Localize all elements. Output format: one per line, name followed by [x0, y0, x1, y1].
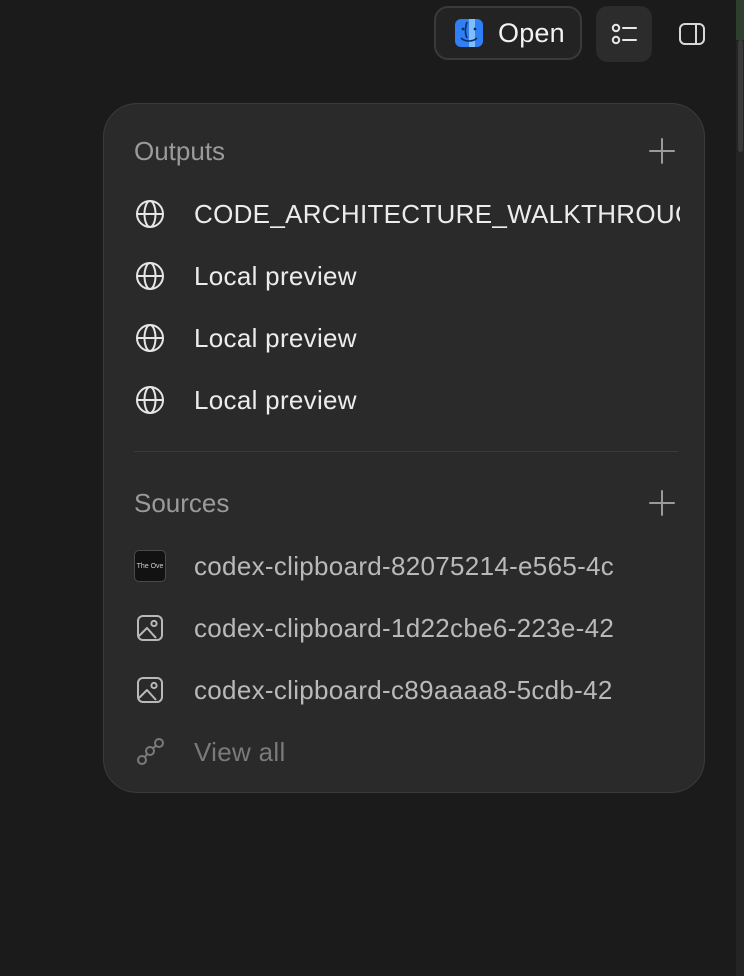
view-all-sources-button[interactable]: View all — [134, 728, 680, 776]
source-item-clipboard-image[interactable]: codex-clipboard-1d22cbe6-223e-42 — [134, 604, 680, 652]
outputs-list-toggle-button[interactable] — [596, 6, 652, 62]
globe-icon — [136, 324, 164, 352]
output-item-local-preview[interactable]: Local preview — [134, 314, 680, 362]
app-window: Open Outputs CODE_ARCHITECTURE_WALKTHROU… — [0, 0, 744, 976]
image-icon — [137, 615, 163, 641]
outputs-header: Outputs — [134, 131, 678, 171]
image-icon — [137, 677, 163, 703]
section-divider — [134, 451, 678, 452]
source-item-clipboard-image[interactable]: codex-clipboard-c89aaaa8-5cdb-42 — [134, 666, 680, 714]
globe-icon — [136, 200, 164, 228]
scrollbar-thumb[interactable] — [738, 40, 743, 152]
source-item-clipboard-image[interactable]: The Ove codex-clipboard-82075214-e565-4c — [134, 542, 680, 590]
output-item-label: Local preview — [194, 322, 357, 353]
output-item-label: Local preview — [194, 260, 357, 291]
open-in-finder-button[interactable]: Open — [434, 6, 582, 60]
image-thumbnail: The Ove — [134, 550, 166, 582]
scrollbar-track[interactable] — [736, 0, 744, 976]
list-toggle-icon — [611, 23, 637, 45]
source-item-label: codex-clipboard-c89aaaa8-5cdb-42 — [194, 674, 613, 705]
output-item-local-preview[interactable]: Local preview — [134, 376, 680, 424]
open-button-label: Open — [498, 17, 565, 48]
view-all-label: View all — [194, 736, 286, 767]
link-nodes-icon — [137, 738, 164, 765]
output-item-label: CODE_ARCHITECTURE_WALKTHROUGH — [194, 198, 680, 229]
sources-title: Sources — [134, 487, 230, 518]
add-output-button[interactable] — [646, 135, 678, 167]
editor-edge-accent — [736, 0, 744, 40]
add-source-button[interactable] — [646, 487, 678, 519]
plus-icon — [649, 138, 675, 164]
output-item-walkthrough[interactable]: CODE_ARCHITECTURE_WALKTHROUGH — [134, 190, 680, 238]
toggle-side-panel-button[interactable] — [666, 8, 718, 60]
globe-icon — [136, 262, 164, 290]
output-item-local-preview[interactable]: Local preview — [134, 252, 680, 300]
globe-icon — [136, 386, 164, 414]
output-item-label: Local preview — [194, 384, 357, 415]
source-item-label: codex-clipboard-82075214-e565-4c — [194, 550, 615, 581]
outputs-sources-popover: Outputs CODE_ARCHITECTURE_WALKTHROUGH Lo… — [103, 103, 705, 793]
sources-header: Sources — [134, 483, 678, 523]
source-item-label: codex-clipboard-1d22cbe6-223e-42 — [194, 612, 615, 643]
thumbnail-text: The Ove — [136, 562, 164, 570]
plus-icon — [649, 490, 675, 516]
sidebar-panel-icon — [679, 23, 705, 45]
finder-icon — [455, 19, 483, 47]
outputs-title: Outputs — [134, 135, 226, 166]
